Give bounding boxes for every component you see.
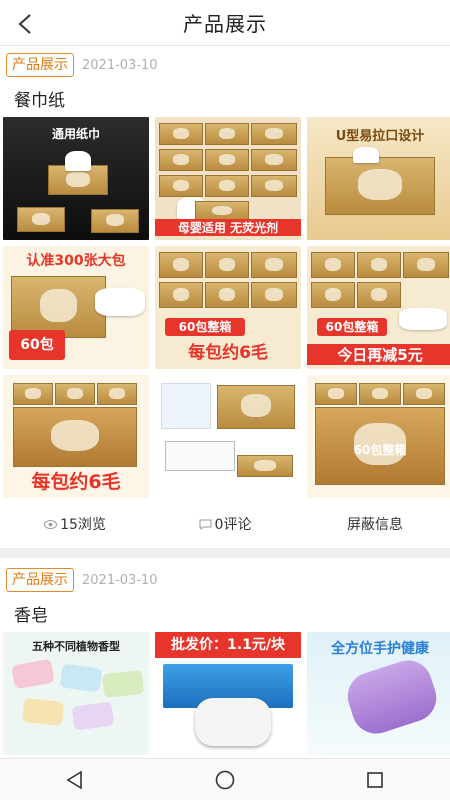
feed[interactable]: 产品展示 2021-03-10 餐巾纸 通用纸巾 母婴适用 无荧光剂 U型易拉口… bbox=[0, 47, 450, 758]
screen: 产品展示 产品展示 2021-03-10 餐巾纸 通用纸巾 母婴适用 无荧光剂 … bbox=[0, 0, 450, 800]
category-tag[interactable]: 产品展示 bbox=[6, 568, 74, 592]
product-image[interactable]: 每包约6毛 bbox=[3, 375, 149, 498]
post-header: 产品展示 2021-03-10 bbox=[0, 562, 450, 594]
nav-back-button[interactable] bbox=[45, 762, 105, 798]
post-card: 产品展示 2021-03-10 香皂 五种不同植物香型 批发价：1.1元/块 全… bbox=[0, 562, 450, 755]
post-title[interactable]: 餐巾纸 bbox=[0, 79, 450, 117]
triangle-back-icon bbox=[66, 770, 82, 789]
top-bar: 产品展示 bbox=[0, 0, 450, 46]
post-card: 产品展示 2021-03-10 餐巾纸 通用纸巾 母婴适用 无荧光剂 U型易拉口… bbox=[0, 47, 450, 544]
block-info-button[interactable]: 屏蔽信息 bbox=[300, 514, 450, 534]
post-date: 2021-03-10 bbox=[82, 572, 158, 588]
post-divider bbox=[0, 548, 450, 558]
comment-icon bbox=[199, 519, 212, 530]
product-image[interactable]: 五种不同植物香型 bbox=[3, 632, 149, 755]
image-caption: 五种不同植物香型 bbox=[32, 640, 120, 653]
product-image[interactable]: 60包整箱 今日再减5元 bbox=[307, 246, 450, 369]
chevron-left-icon bbox=[18, 14, 31, 34]
post-date: 2021-03-10 bbox=[82, 57, 158, 73]
nav-recents-button[interactable] bbox=[345, 762, 405, 798]
product-image[interactable]: 全方位手护健康 bbox=[307, 632, 450, 755]
image-caption: 母婴适用 无荧光剂 bbox=[155, 219, 301, 236]
eye-icon bbox=[44, 519, 58, 529]
page-title: 产品展示 bbox=[183, 12, 267, 36]
nav-home-button[interactable] bbox=[195, 762, 255, 798]
image-caption: 每包约6毛 bbox=[188, 343, 268, 363]
image-caption: 批发价：1.1元/块 bbox=[155, 632, 301, 658]
post-header: 产品展示 2021-03-10 bbox=[0, 47, 450, 79]
comment-count-label: 0评论 bbox=[214, 517, 252, 533]
product-image[interactable]: 通用纸巾 bbox=[3, 117, 149, 240]
image-grid: 通用纸巾 母婴适用 无荧光剂 U型易拉口设计 认准300张大包 60包 60包整… bbox=[0, 117, 450, 498]
block-info-label: 屏蔽信息 bbox=[347, 517, 403, 533]
product-image[interactable]: U型易拉口设计 bbox=[307, 117, 450, 240]
post-title[interactable]: 香皂 bbox=[0, 594, 450, 632]
image-caption: 今日再减5元 bbox=[307, 344, 450, 365]
image-caption: 每包约6毛 bbox=[31, 471, 121, 493]
comment-count[interactable]: 0评论 bbox=[150, 514, 300, 534]
view-count-label: 15浏览 bbox=[60, 517, 106, 533]
system-navigation-bar bbox=[0, 758, 450, 800]
product-image[interactable] bbox=[155, 375, 301, 498]
back-button[interactable] bbox=[8, 6, 44, 42]
product-image[interactable]: 批发价：1.1元/块 bbox=[155, 632, 301, 755]
view-count: 15浏览 bbox=[0, 514, 150, 534]
image-caption: 全方位手护健康 bbox=[331, 641, 429, 657]
image-caption: U型易拉口设计 bbox=[335, 129, 425, 144]
image-grid: 五种不同植物香型 批发价：1.1元/块 全方位手护健康 bbox=[0, 632, 450, 755]
product-image[interactable]: 认准300张大包 60包 bbox=[3, 246, 149, 369]
product-image[interactable]: 60包整箱 bbox=[307, 375, 450, 498]
product-image[interactable]: 母婴适用 无荧光剂 bbox=[155, 117, 301, 240]
circle-home-icon bbox=[215, 770, 235, 789]
square-recents-icon bbox=[367, 771, 383, 788]
category-tag[interactable]: 产品展示 bbox=[6, 53, 74, 77]
image-caption: 认准300张大包 bbox=[26, 253, 126, 269]
image-caption: 60包整箱 bbox=[353, 443, 407, 457]
post-stats: 15浏览 0评论 屏蔽信息 bbox=[0, 504, 450, 544]
product-image[interactable]: 60包整箱 每包约6毛 bbox=[155, 246, 301, 369]
image-caption: 通用纸巾 bbox=[51, 127, 100, 141]
